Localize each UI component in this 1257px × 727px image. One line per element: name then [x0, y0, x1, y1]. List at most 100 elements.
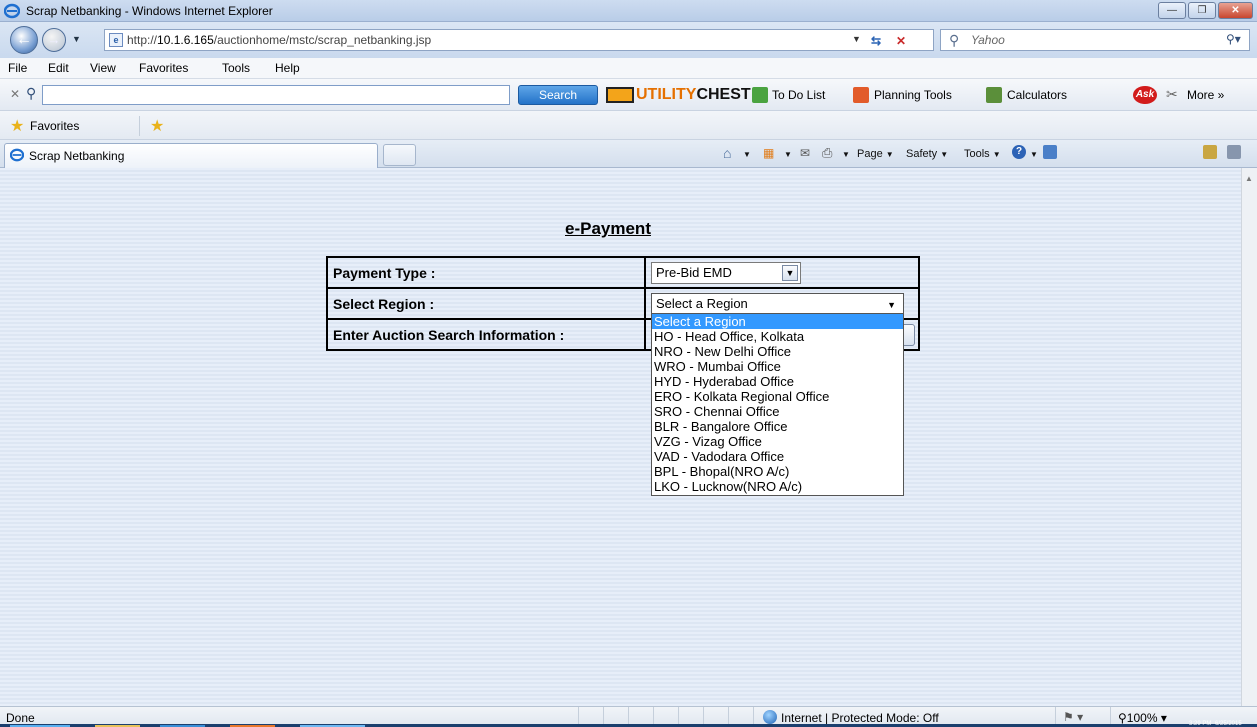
- page-content: [0, 168, 1241, 727]
- page-icon: e: [109, 33, 123, 47]
- region-select-value: Select a Region: [656, 295, 748, 311]
- refresh-icon[interactable]: ⇆: [871, 34, 881, 48]
- payment-type-cell: Pre-Bid EMD ▼: [644, 256, 920, 289]
- home-dropdown-icon[interactable]: ▼: [743, 150, 751, 159]
- todo-list-link[interactable]: To Do List: [772, 88, 825, 102]
- taskbar: 3:29 PM 6/25/2015: [0, 709, 1257, 727]
- window-title-bar[interactable]: Scrap Netbanking - Windows Internet Expl…: [0, 0, 1257, 22]
- stop-icon[interactable]: ✕: [896, 34, 906, 48]
- feeds-icon[interactable]: ▦: [763, 146, 774, 160]
- toolbar-addon-icon[interactable]: [1203, 145, 1217, 159]
- region-option[interactable]: VAD - Vadodara Office: [652, 449, 903, 464]
- table-row: Payment Type : Pre-Bid EMD ▼: [326, 256, 920, 289]
- url-text[interactable]: http://10.1.6.165/auctionhome/mstc/scrap…: [127, 33, 431, 47]
- payment-type-label: Payment Type :: [326, 256, 646, 289]
- safety-menu[interactable]: Safety ▼: [906, 148, 948, 160]
- more-label: More: [1187, 88, 1215, 102]
- vertical-scrollbar[interactable]: ▲ ▼: [1241, 168, 1257, 727]
- scissors-icon[interactable]: ✂: [1166, 86, 1178, 103]
- toolbar-addon-icon-2[interactable]: [1227, 145, 1241, 159]
- utility-chest-box-icon: [606, 87, 634, 103]
- toolbar-close-icon[interactable]: ✕: [10, 87, 20, 101]
- back-button[interactable]: ←: [10, 26, 38, 54]
- tools-menu[interactable]: Tools ▼: [964, 148, 1001, 160]
- feeds-dropdown-icon[interactable]: ▼: [784, 150, 792, 159]
- menu-help[interactable]: Help: [275, 61, 300, 75]
- region-option[interactable]: ERO - Kolkata Regional Office: [652, 389, 903, 404]
- toolbar-search-button[interactable]: Search: [518, 85, 598, 105]
- page-title: e-Payment: [565, 219, 651, 238]
- payment-type-value: Pre-Bid EMD: [656, 264, 732, 280]
- menu-edit[interactable]: Edit: [48, 61, 69, 75]
- tab-row: Scrap Netbanking ⌂ ▼ ▦ ▼ ✉ ⎙ ▼ Page ▼ Sa…: [0, 140, 1257, 168]
- utility-chest-logo[interactable]: UTILITYCHEST: [606, 86, 751, 104]
- maximize-button[interactable]: ❐: [1188, 2, 1216, 19]
- page-menu-label: Page: [857, 148, 883, 160]
- planning-tools-icon: [853, 87, 869, 103]
- scroll-up-icon[interactable]: ▲: [1245, 174, 1253, 183]
- calculators-link[interactable]: Calculators: [1007, 88, 1067, 102]
- payment-type-select[interactable]: Pre-Bid EMD ▼: [651, 261, 801, 284]
- region-select[interactable]: Select a Region ▼: [651, 292, 904, 315]
- menu-view[interactable]: View: [90, 61, 116, 75]
- region-option[interactable]: SRO - Chennai Office: [652, 404, 903, 419]
- region-dropdown-list[interactable]: Select a Region HO - Head Office, Kolkata…: [651, 313, 904, 496]
- tab-title: Scrap Netbanking: [29, 149, 125, 163]
- utility-chest-logo-part1: UTILITY: [636, 86, 697, 103]
- print-dropdown-icon[interactable]: ▼: [842, 150, 850, 159]
- select-region-label: Select Region :: [326, 287, 646, 320]
- url-host: 10.1.6.165: [157, 33, 214, 47]
- address-bar[interactable]: e http://10.1.6.165/auctionhome/mstc/scr…: [104, 29, 934, 51]
- tools-menu-label: Tools: [964, 148, 990, 160]
- recent-pages-chevron-icon[interactable]: ▼: [72, 34, 81, 44]
- ie-logo-icon: [3, 3, 21, 19]
- chevron-down-icon: ▼: [887, 299, 896, 310]
- tab-scrap-netbanking[interactable]: Scrap Netbanking: [4, 143, 378, 168]
- favorites-button[interactable]: Favorites: [30, 119, 79, 133]
- address-row: ← → ▼ e http://10.1.6.165/auctionhome/ms…: [0, 22, 1257, 58]
- region-option[interactable]: Select a Region: [652, 314, 903, 329]
- ask-logo-icon[interactable]: Ask: [1133, 86, 1157, 104]
- home-icon[interactable]: ⌂: [723, 145, 731, 161]
- search-go-icon[interactable]: ⚲▾: [1226, 32, 1241, 46]
- chevron-down-icon: ▼: [782, 264, 798, 281]
- help-icon[interactable]: ?: [1012, 145, 1026, 159]
- auction-search-label: Enter Auction Search Information :: [326, 318, 646, 351]
- help-dropdown-icon[interactable]: ▼: [1030, 150, 1038, 159]
- favorites-bar: ★ Favorites ★: [0, 111, 1257, 140]
- region-option[interactable]: BPL - Bhopal(NRO A/c): [652, 464, 903, 479]
- menu-tools[interactable]: Tools: [222, 61, 250, 75]
- region-option[interactable]: HO - Head Office, Kolkata: [652, 329, 903, 344]
- close-button[interactable]: ✕: [1218, 2, 1253, 19]
- region-option[interactable]: NRO - New Delhi Office: [652, 344, 903, 359]
- favorites-star-icon: ★: [10, 118, 25, 135]
- clock-date: 6/25/2015: [1215, 721, 1242, 727]
- menu-bar: File Edit View Favorites Tools Help: [0, 58, 1257, 79]
- new-tab-button[interactable]: [383, 144, 416, 166]
- region-option[interactable]: HYD - Hyderabad Office: [652, 374, 903, 389]
- toolbar-search-input[interactable]: [42, 85, 510, 105]
- region-option[interactable]: WRO - Mumbai Office: [652, 359, 903, 374]
- region-option[interactable]: VZG - Vizag Office: [652, 434, 903, 449]
- region-option[interactable]: BLR - Bangalore Office: [652, 419, 903, 434]
- add-favorite-icon[interactable]: ★: [150, 116, 164, 136]
- research-icon[interactable]: [1043, 145, 1057, 159]
- read-mail-icon[interactable]: ✉: [800, 146, 810, 160]
- search-placeholder: Yahoo: [971, 33, 1005, 47]
- minimize-button[interactable]: —: [1158, 2, 1186, 19]
- planning-tools-link[interactable]: Planning Tools: [874, 88, 952, 102]
- more-link[interactable]: More »: [1187, 88, 1224, 102]
- address-dropdown-icon[interactable]: ▼: [852, 34, 861, 44]
- favorites-divider: [139, 116, 140, 136]
- clock[interactable]: 3:29 PM: [1189, 721, 1211, 727]
- page-menu[interactable]: Page ▼: [857, 148, 894, 160]
- menu-favorites[interactable]: Favorites: [139, 61, 188, 75]
- print-icon[interactable]: ⎙: [822, 145, 832, 161]
- menu-file[interactable]: File: [8, 61, 27, 75]
- auction-search-button[interactable]: [903, 323, 915, 346]
- region-option[interactable]: LKO - Lucknow(NRO A/c): [652, 479, 903, 494]
- utility-chest-logo-part2: CHEST: [696, 86, 751, 103]
- forward-button[interactable]: →: [42, 28, 66, 52]
- search-box[interactable]: ⚲ Yahoo ⚲▾: [940, 29, 1250, 51]
- search-icon: ⚲: [949, 32, 960, 48]
